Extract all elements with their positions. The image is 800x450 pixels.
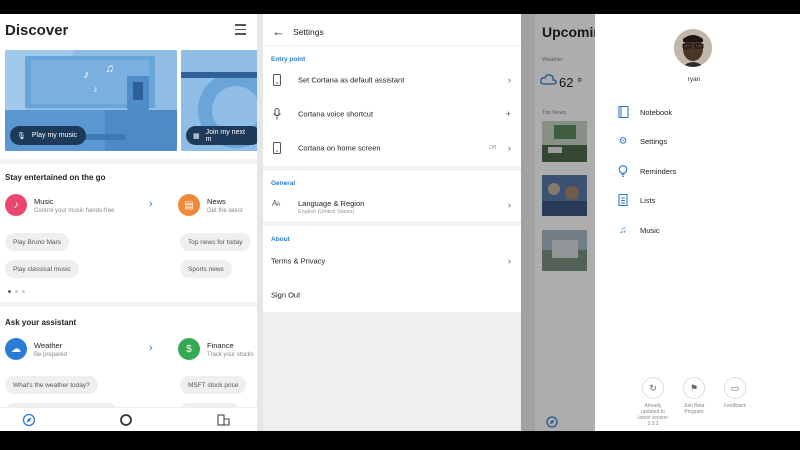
carousel-dots[interactable]: [8, 290, 25, 293]
lightbulb-icon: [617, 165, 629, 177]
plus-icon: +: [505, 109, 511, 119]
app-screens: Discover ♪ ♫ ♪ 🎙 Play my music ▦ Join my…: [0, 14, 800, 431]
list-icon: [617, 194, 629, 206]
page-title: Discover: [5, 22, 69, 39]
skill-news[interactable]: ▤ News Get the latest: [178, 194, 243, 216]
suggestion-chip[interactable]: Sports news: [180, 260, 232, 278]
notebook-icon[interactable]: [216, 413, 232, 427]
section-title: Ask your assistant: [5, 318, 77, 327]
news-icon: ▤: [178, 194, 200, 216]
page-title: Settings: [293, 27, 324, 37]
feedback-icon: ▭: [724, 377, 746, 399]
username: ryan: [687, 76, 701, 83]
music-promo-card[interactable]: ♪ ♫ ♪ 🎙 Play my music: [5, 50, 177, 151]
settings-panel: ← Settings Entry point Set Cortana as de…: [263, 14, 521, 431]
menu-item-music[interactable]: ♫ Music: [617, 224, 659, 236]
back-arrow-icon[interactable]: ←: [272, 24, 285, 39]
setting-value: Off: [488, 145, 496, 151]
finance-icon: $: [178, 338, 200, 360]
music-note-icon: ♫: [619, 224, 627, 236]
discover-panel: Discover ♪ ♫ ♪ 🎙 Play my music ▦ Join my…: [0, 14, 257, 431]
menu-item-settings[interactable]: ⚙ Settings: [617, 135, 668, 147]
menu-item-reminders[interactable]: Reminders: [617, 165, 676, 177]
microphone-icon: 🎙: [17, 132, 26, 140]
chevron-right-icon: ›: [508, 256, 511, 266]
weather-cloud-icon: ☁: [5, 338, 27, 360]
gear-icon: ⚙: [618, 135, 628, 147]
meeting-promo-card[interactable]: ▦ Join my next m: [181, 50, 257, 151]
play-my-music-button[interactable]: 🎙 Play my music: [10, 126, 87, 145]
group-header: Entry point: [271, 56, 306, 63]
skill-weather[interactable]: ☁ Weather Be prepared: [5, 338, 67, 360]
skill-finance[interactable]: $ Finance Track your stocks: [178, 338, 254, 360]
feedback-button[interactable]: ▭ Feedback: [718, 377, 752, 409]
chevron-right-icon[interactable]: ›: [149, 342, 153, 354]
notebook-icon: [617, 106, 629, 118]
hamburger-menu-icon[interactable]: [235, 24, 246, 35]
setting-default-assistant[interactable]: Set Cortana as default assistant ›: [263, 65, 521, 95]
scrim-overlay[interactable]: [521, 14, 595, 431]
join-next-meeting-button[interactable]: ▦ Join my next m: [186, 126, 257, 145]
svg-text:♫: ♫: [105, 61, 114, 75]
chevron-right-icon: ›: [508, 75, 511, 85]
skill-music[interactable]: ♪ Music Control your music hands-free: [5, 194, 114, 216]
empty-area: [263, 312, 521, 431]
setting-terms-privacy[interactable]: Terms & Privacy ›: [263, 246, 521, 276]
setting-home-screen[interactable]: Cortana on home screen Off ›: [263, 133, 521, 163]
setting-language-region[interactable]: AA Language & Region English (United Sta…: [263, 190, 521, 220]
cortana-ring-icon[interactable]: [119, 413, 133, 427]
language-icon: AA: [272, 199, 280, 208]
setting-voice-shortcut[interactable]: Cortana voice shortcut +: [263, 99, 521, 129]
phone-icon: [272, 74, 282, 86]
section-title: Stay entertained on the go: [5, 173, 106, 182]
join-beta-button[interactable]: ⚑ Join Beta Program: [677, 377, 711, 415]
suggestion-chip[interactable]: Top news for today: [180, 233, 251, 251]
bottom-nav-bar: [0, 407, 257, 431]
discover-compass-icon[interactable]: [22, 413, 36, 427]
flag-icon: ⚑: [683, 377, 705, 399]
avatar[interactable]: [674, 29, 712, 67]
chevron-right-icon[interactable]: ›: [149, 198, 153, 210]
chevron-right-icon: ›: [508, 143, 511, 153]
group-header: About: [271, 236, 290, 243]
section-divider: [0, 302, 257, 307]
refresh-icon: ↻: [642, 377, 664, 399]
chevron-right-icon: ›: [508, 200, 511, 210]
suggestion-chip[interactable]: What's the weather today?: [5, 376, 98, 394]
section-divider: [263, 221, 521, 226]
sign-out-button[interactable]: Sign Out: [263, 280, 521, 310]
svg-text:♪: ♪: [83, 67, 89, 81]
suggestion-chip[interactable]: Play Bruno Mars: [5, 233, 70, 251]
svg-text:♪: ♪: [93, 84, 98, 94]
update-status-button[interactable]: ↻ Already updated to latest version 3.3.…: [636, 377, 670, 427]
header-divider: [263, 45, 521, 46]
menu-item-notebook[interactable]: Notebook: [617, 106, 672, 118]
menu-item-lists[interactable]: Lists: [617, 194, 655, 206]
music-note-icon: ♪: [5, 194, 27, 216]
calendar-icon: ▦: [193, 132, 200, 140]
side-menu-panel: ryan Notebook ⚙ Settings Reminders Lists…: [595, 14, 800, 431]
suggestion-chip[interactable]: MSFT stock price: [180, 376, 247, 394]
microphone-icon: [272, 108, 282, 120]
phone-icon: [272, 142, 282, 154]
group-header: General: [271, 180, 296, 187]
suggestion-chip[interactable]: Play classical music: [5, 260, 79, 278]
section-divider: [0, 159, 257, 164]
section-divider: [263, 166, 521, 171]
